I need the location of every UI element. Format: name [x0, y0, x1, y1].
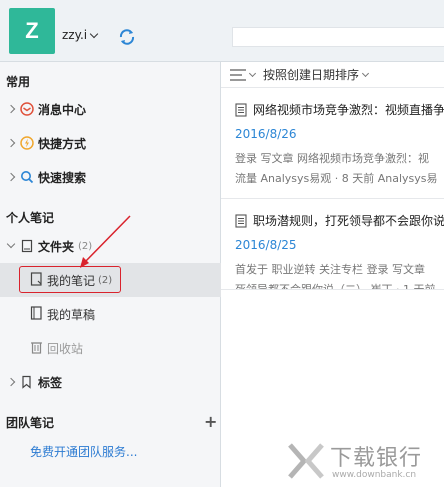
watermark-logo [288, 443, 324, 479]
sidebar-item-folders[interactable]: 文件夹 (2) [0, 233, 221, 259]
username-dropdown[interactable]: zzy.i [62, 28, 99, 42]
sync-icon[interactable] [116, 26, 138, 48]
section-common-title: 常用 [6, 75, 31, 89]
snippet-line: 流量 Analysys易观 · 8 天前 Analysys易 [235, 172, 438, 185]
menu-icon[interactable] [230, 68, 246, 81]
tag-icon [20, 375, 34, 389]
avatar[interactable]: Z [9, 8, 55, 54]
chevron-right-icon [6, 104, 16, 114]
note-title-text: 职场潜规则，打死领导都不会跟你说 [253, 214, 444, 228]
sidebar-item-label: 我的草稿 [47, 307, 96, 322]
search-input[interactable] [232, 27, 444, 47]
draft-icon [30, 305, 43, 323]
sidebar-item-label: 标签 [38, 375, 63, 390]
username-label: zzy.i [62, 28, 88, 42]
note-date: 2016/8/25 [235, 238, 297, 252]
sort-label[interactable]: 按照创建日期排序 [263, 66, 359, 83]
chevron-right-icon [6, 377, 16, 387]
note-title: 网络视频市场竞争激烈：视频直播争 [235, 101, 444, 118]
message-icon [20, 102, 34, 116]
sidebar-item-shortcuts[interactable]: 快捷方式 [0, 130, 221, 156]
chevron-right-icon [6, 172, 16, 182]
snippet-line: 登录 写文章 网络视频市场竞争激烈：视 [235, 152, 429, 165]
list-item[interactable]: 职场潜规则，打死领导都不会跟你说 2016/8/25 首发于 职业逆转 关注专栏… [221, 200, 444, 290]
chevron-down-icon [6, 239, 16, 249]
watermark-url: www.downbank.cn [332, 470, 417, 480]
document-icon [235, 213, 247, 228]
chevron-right-icon [6, 138, 16, 148]
document-icon [235, 102, 247, 117]
note-snippet: 首发于 职业逆转 关注专栏 登录 写文章 死领导都不会跟你说（二） 崔丁 · 1… [235, 260, 444, 290]
sidebar-item-label: 文件夹 [38, 239, 75, 254]
chevron-down-icon [248, 69, 257, 77]
chevron-down-icon [361, 69, 370, 77]
sidebar-item-messages[interactable]: 消息中心 [0, 96, 221, 122]
search-icon [20, 170, 34, 184]
sidebar-item-trash[interactable]: 回收站 [0, 331, 221, 365]
highlight-box [19, 266, 121, 293]
add-team-icon[interactable]: + [204, 412, 217, 431]
note-title: 职场潜规则，打死领导都不会跟你说 [235, 212, 444, 229]
sidebar-item-label: 快捷方式 [38, 136, 87, 151]
note-title-text: 网络视频市场竞争激烈：视频直播争 [253, 103, 444, 117]
trash-icon [30, 340, 43, 357]
sidebar-item-label: 回收站 [47, 341, 84, 356]
watermark-text: 下载银行 [330, 446, 423, 471]
sidebar-item-tags[interactable]: 标签 [0, 369, 221, 395]
team-service-link[interactable]: 免费开通团队服务... [30, 443, 137, 460]
section-team-title: 团队笔记 [6, 416, 55, 430]
sidebar-item-label: 快速搜索 [38, 170, 87, 185]
section-personal-title: 个人笔记 [6, 211, 55, 225]
folder-book-icon [20, 239, 34, 253]
list-item[interactable]: 网络视频市场竞争激烈：视频直播争 2016/8/26 登录 写文章 网络视频市场… [221, 89, 444, 199]
sidebar-item-label: 消息中心 [38, 102, 87, 117]
lightning-icon [20, 136, 34, 150]
top-bar: Z zzy.i [0, 0, 444, 62]
sidebar-item-quick-search[interactable]: 快速搜索 [0, 164, 221, 190]
note-list-panel: 按照创建日期排序 网络视频市场竞争激烈：视频直播争 2016/8/26 登录 写… [221, 62, 444, 487]
sort-toolbar[interactable]: 按照创建日期排序 [221, 62, 444, 88]
sidebar-item-drafts[interactable]: 我的草稿 [0, 297, 221, 331]
folder-count: (2) [78, 240, 93, 252]
snippet-line: 首发于 职业逆转 关注专栏 登录 写文章 [235, 263, 425, 276]
snippet-line: 死领导都不会跟你说（二） 崔丁 · 1 天前 [235, 283, 436, 290]
note-snippet: 登录 写文章 网络视频市场竞争激烈：视 流量 Analysys易观 · 8 天前… [235, 149, 444, 189]
note-date: 2016/8/26 [235, 127, 297, 141]
chevron-down-icon [89, 29, 99, 39]
